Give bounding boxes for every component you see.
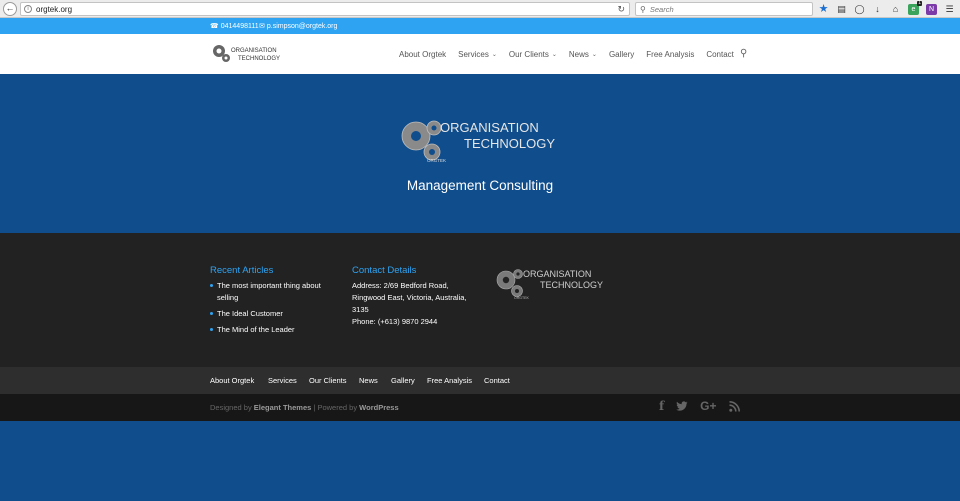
- contact-phone: Phone: (+613) 9870 2944: [352, 317, 438, 326]
- recent-articles-list: The most important thing about selling T…: [210, 280, 335, 340]
- top-phone[interactable]: ☎ 0414498111: [210, 22, 259, 31]
- chevron-down-icon: ⌄: [491, 51, 497, 58]
- chevron-down-icon: ⌄: [551, 51, 557, 58]
- article-link[interactable]: The most important thing about selling: [210, 280, 335, 304]
- footer-nav: About Orgtek Services Our Clients News G…: [0, 367, 960, 394]
- elegant-themes-link[interactable]: Elegant Themes: [254, 403, 312, 412]
- logo-line1: ORGANISATION: [231, 48, 277, 54]
- site-logo[interactable]: ORGANISATION TECHNOLOGY: [211, 41, 283, 65]
- nav-gallery[interactable]: Gallery: [609, 50, 634, 59]
- nav-news[interactable]: News ⌄: [569, 50, 597, 59]
- footer-credits: Designed by Elegant Themes | Powered by …: [0, 394, 960, 421]
- google-plus-icon[interactable]: G+: [700, 400, 716, 412]
- footer-nav-services[interactable]: Services: [268, 376, 297, 385]
- article-link[interactable]: The Ideal Customer: [210, 308, 335, 320]
- hero-logo: ORGANISATION TECHNOLOGY ORGTEK: [401, 120, 555, 163]
- nav-free-analysis-label: Free Analysis: [646, 49, 695, 59]
- url-bar[interactable]: i orgtek.org ↻: [20, 2, 630, 16]
- nav-about-label: About Orgtek: [399, 49, 447, 59]
- footer-nav-gallery[interactable]: Gallery: [391, 376, 415, 385]
- top-phone-number: 0414498111: [220, 22, 259, 30]
- home-icon[interactable]: ⌂: [890, 4, 901, 15]
- nav-gallery-label: Gallery: [608, 49, 635, 59]
- back-arrow-icon[interactable]: ←: [3, 1, 17, 16]
- hero-logo-line2: TECHNOLOGY: [464, 136, 555, 151]
- top-email-address: p.simpson@orgtek.org: [266, 22, 338, 30]
- footer-nav-free-analysis[interactable]: Free Analysis: [427, 376, 472, 385]
- bookmark-star-icon[interactable]: ★: [818, 3, 829, 15]
- credits-separator: |: [313, 403, 316, 412]
- hero-logo-line1: ORGANISATION: [440, 120, 539, 135]
- nav-our-clients-label: Our Clients: [508, 49, 549, 59]
- browser-search-placeholder: Search: [649, 4, 674, 14]
- reading-list-icon[interactable]: ▤: [836, 4, 847, 15]
- page-bottom-area: [0, 421, 960, 501]
- nav-free-analysis[interactable]: Free Analysis: [646, 50, 694, 59]
- search-icon: ⚲: [640, 4, 646, 14]
- browser-toolbar: ← i orgtek.org ↻ ⚲ Search ★ ▤ ◯ ↓ ⌂ e1 N…: [0, 0, 960, 18]
- rss-icon[interactable]: [728, 400, 740, 412]
- info-icon[interactable]: i: [24, 5, 32, 13]
- footer-nav-about[interactable]: About Orgtek: [210, 376, 254, 385]
- extension-icon[interactable]: e1: [908, 0, 922, 15]
- main-nav: About Orgtek Services ⌄ Our Clients ⌄ News…: [399, 34, 734, 74]
- nav-about[interactable]: About Orgtek: [399, 50, 446, 59]
- credits-designed-by: Designed by: [210, 403, 252, 412]
- twitter-icon[interactable]: [676, 400, 688, 412]
- nav-our-clients[interactable]: Our Clients ⌄: [509, 50, 557, 59]
- browser-toolbar-icons: ★ ▤ ◯ ↓ ⌂ e1 N ☰: [818, 0, 955, 17]
- nav-contact[interactable]: Contact: [706, 50, 734, 59]
- footer-nav-news[interactable]: News: [359, 376, 378, 385]
- hero-section: ORGANISATION TECHNOLOGY ORGTEK Managemen…: [0, 74, 960, 233]
- url-text: orgtek.org: [36, 4, 73, 14]
- phone-icon: ☎: [210, 23, 219, 30]
- top-email[interactable]: ✉ p.simpson@orgtek.org: [259, 22, 338, 31]
- footer-nav-our-clients[interactable]: Our Clients: [309, 376, 347, 385]
- nav-news-label: News: [568, 49, 589, 59]
- pocket-icon[interactable]: ◯: [854, 4, 865, 15]
- footer-logo-line2: TECHNOLOGY: [540, 280, 603, 290]
- onenote-icon[interactable]: N: [926, 3, 937, 15]
- logo-line2: TECHNOLOGY: [238, 56, 280, 62]
- site-header: ORGANISATION TECHNOLOGY About Orgtek Ser…: [0, 34, 960, 74]
- download-icon[interactable]: ↓: [872, 4, 883, 15]
- footer-logo-line1: ORGANISATION: [523, 269, 591, 279]
- top-contact-bar: ☎ 0414498111 ✉ p.simpson@orgtek.org: [0, 18, 960, 34]
- envelope-icon: ✉: [259, 23, 265, 30]
- credits-powered-by: Powered by: [317, 403, 358, 412]
- chevron-down-icon: ⌄: [591, 51, 597, 58]
- wordpress-link[interactable]: WordPress: [359, 403, 398, 412]
- social-icons: f G+: [659, 400, 740, 412]
- footer-logo: ORGANISATION TECHNOLOGY ORGTEK: [496, 269, 603, 300]
- facebook-icon[interactable]: f: [659, 400, 664, 412]
- menu-icon[interactable]: ☰: [944, 4, 955, 15]
- hero-tagline: Management Consulting: [406, 178, 554, 193]
- contact-details-title: Contact Details: [352, 265, 417, 276]
- recent-articles-title: Recent Articles: [210, 265, 274, 276]
- search-icon[interactable]: ⚲: [740, 48, 747, 59]
- footer-logo-mark: ORGTEK: [514, 296, 529, 300]
- contact-details: Address: 2/69 Bedford Road, Ringwood Eas…: [352, 280, 477, 328]
- nav-services-label: Services: [458, 49, 489, 59]
- reload-icon[interactable]: ↻: [617, 4, 625, 15]
- credits-text: Designed by Elegant Themes | Powered by …: [210, 403, 399, 412]
- hero-logo-mark: ORGTEK: [427, 158, 446, 163]
- contact-address: Address: 2/69 Bedford Road, Ringwood Eas…: [352, 281, 467, 314]
- article-link[interactable]: The Mind of the Leader: [210, 324, 335, 336]
- nav-contact-label: Contact: [706, 49, 734, 59]
- browser-search-input[interactable]: ⚲ Search: [635, 2, 813, 16]
- footer-nav-contact[interactable]: Contact: [484, 376, 510, 385]
- footer-widgets: Recent Articles The most important thing…: [0, 233, 960, 367]
- nav-services[interactable]: Services ⌄: [458, 50, 497, 59]
